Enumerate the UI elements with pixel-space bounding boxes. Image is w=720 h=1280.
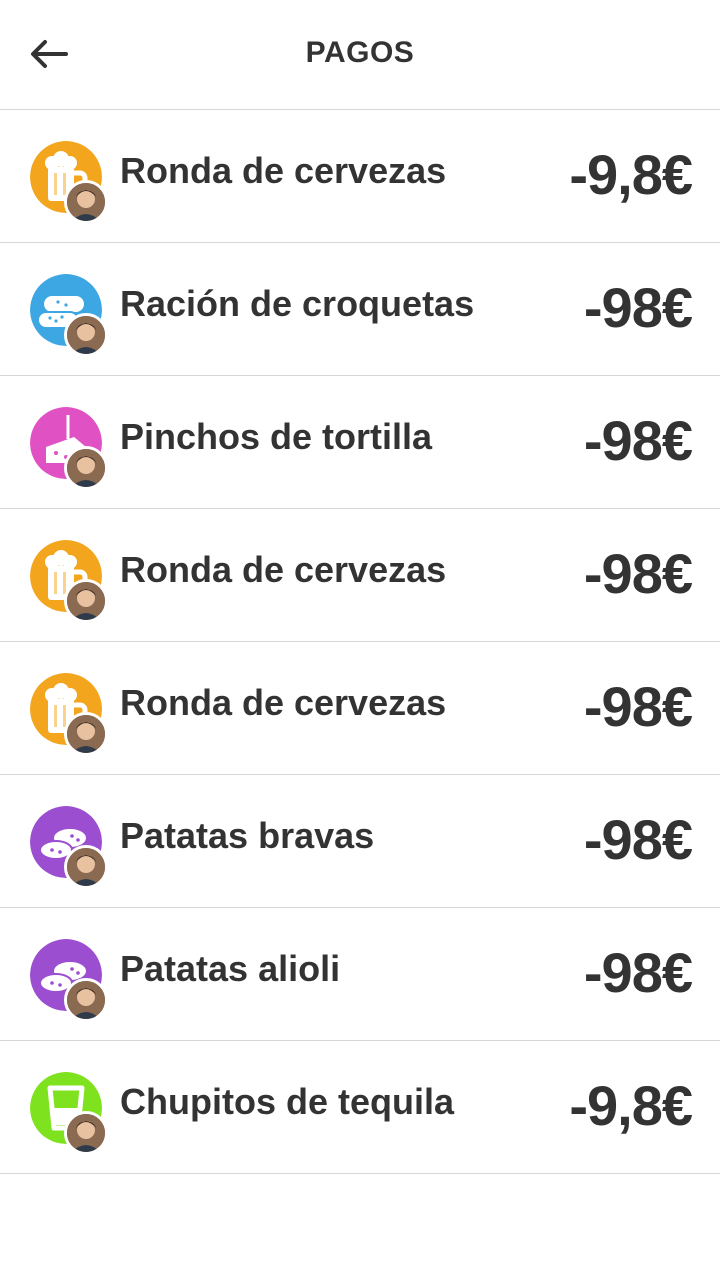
payments-list: Ronda de cervezas -9,8€ Ración de croque… <box>0 110 720 1174</box>
payment-label: Ronda de cervezas <box>120 682 447 723</box>
payment-amount: -98€ <box>583 808 693 871</box>
avatar <box>64 579 108 623</box>
payment-label: Chupitos de tequila <box>120 1081 455 1122</box>
payment-label: Patatas alioli <box>120 948 341 989</box>
avatar <box>64 845 108 889</box>
payment-row[interactable]: Pinchos de tortilla -98€ <box>0 376 720 509</box>
payment-label: Ronda de cervezas <box>120 549 447 590</box>
avatar <box>64 446 108 490</box>
payment-label: Pinchos de tortilla <box>120 416 433 457</box>
payment-label: Ronda de cervezas <box>120 150 447 191</box>
payment-row[interactable]: Patatas bravas -98€ <box>0 775 720 908</box>
payment-amount: -9,8€ <box>569 1074 693 1137</box>
payment-row[interactable]: Chupitos de tequila -9,8€ <box>0 1041 720 1174</box>
avatar <box>64 313 108 357</box>
payment-row[interactable]: Ronda de cervezas -9,8€ <box>0 110 720 243</box>
payment-amount: -9,8€ <box>569 143 693 206</box>
avatar <box>64 180 108 224</box>
payment-row[interactable]: Patatas alioli -98€ <box>0 908 720 1041</box>
payment-label: Ración de croquetas <box>120 283 475 324</box>
payment-amount: -98€ <box>583 675 693 738</box>
payment-row[interactable]: Ronda de cervezas -98€ <box>0 509 720 642</box>
payment-amount: -98€ <box>583 276 693 339</box>
payment-amount: -98€ <box>583 542 693 605</box>
payment-label: Patatas bravas <box>120 815 375 856</box>
app-header: PAGOS <box>0 0 720 110</box>
payment-row[interactable]: Ración de croquetas -98€ <box>0 243 720 376</box>
payment-amount: -98€ <box>583 409 693 472</box>
avatar <box>64 1111 108 1155</box>
page-title: PAGOS <box>305 36 415 69</box>
avatar <box>64 978 108 1022</box>
payment-amount: -98€ <box>583 941 693 1004</box>
avatar <box>64 712 108 756</box>
payment-row[interactable]: Ronda de cervezas -98€ <box>0 642 720 775</box>
